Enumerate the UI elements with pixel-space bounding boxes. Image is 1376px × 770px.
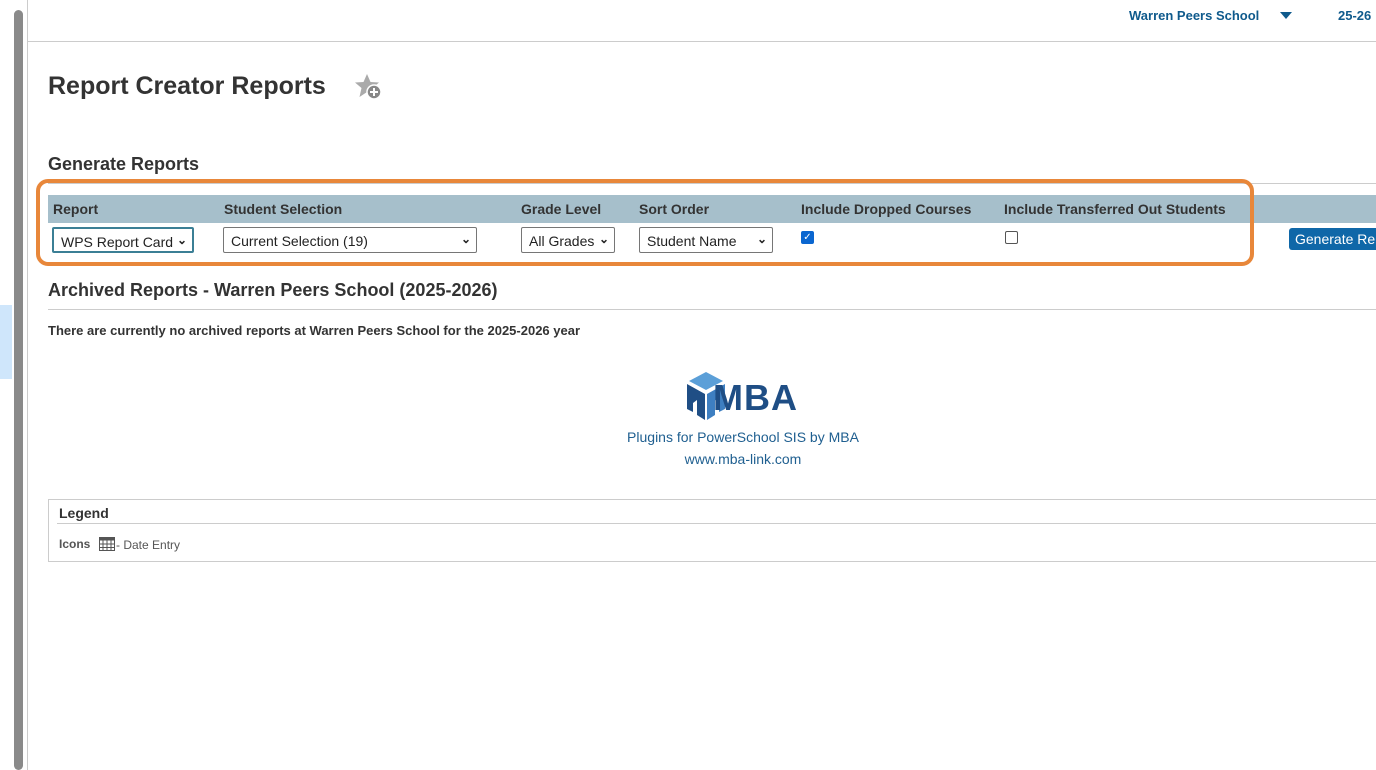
page-title: Report Creator Reports — [48, 72, 326, 100]
favorite-add-icon[interactable] — [354, 72, 384, 102]
generate-reports-heading: Generate Reports — [48, 154, 200, 174]
legend-date-entry: - Date Entry — [116, 538, 181, 552]
legend-title: Legend — [59, 505, 109, 521]
generate-reports-button[interactable]: Generate Reports — [1289, 228, 1376, 250]
highlight-box — [36, 179, 1254, 266]
legend-box: Legend Icons - Date Entry — [48, 499, 1376, 562]
mba-link[interactable]: www.mba-link.com — [0, 451, 1376, 467]
archived-note: There are currently no archived reports … — [48, 323, 581, 338]
nav-selected-item[interactable] — [0, 305, 12, 379]
scrollbar[interactable] — [14, 10, 23, 770]
legend-icons-label: Icons — [59, 537, 91, 551]
mba-logo-text: MBA — [713, 377, 798, 418]
school-selector[interactable]: Warren Peers School — [1129, 8, 1259, 23]
divider — [57, 523, 1376, 524]
archived-reports-heading: Archived Reports - Warren Peers School (… — [48, 280, 498, 300]
left-nav — [0, 0, 28, 770]
calendar-icon — [99, 537, 115, 551]
divider — [48, 309, 1376, 310]
term-selector[interactable]: 25-26 — [1338, 8, 1371, 23]
mba-tagline[interactable]: Plugins for PowerSchool SIS by MBA — [0, 429, 1376, 445]
caret-down-icon[interactable] — [1280, 12, 1292, 19]
